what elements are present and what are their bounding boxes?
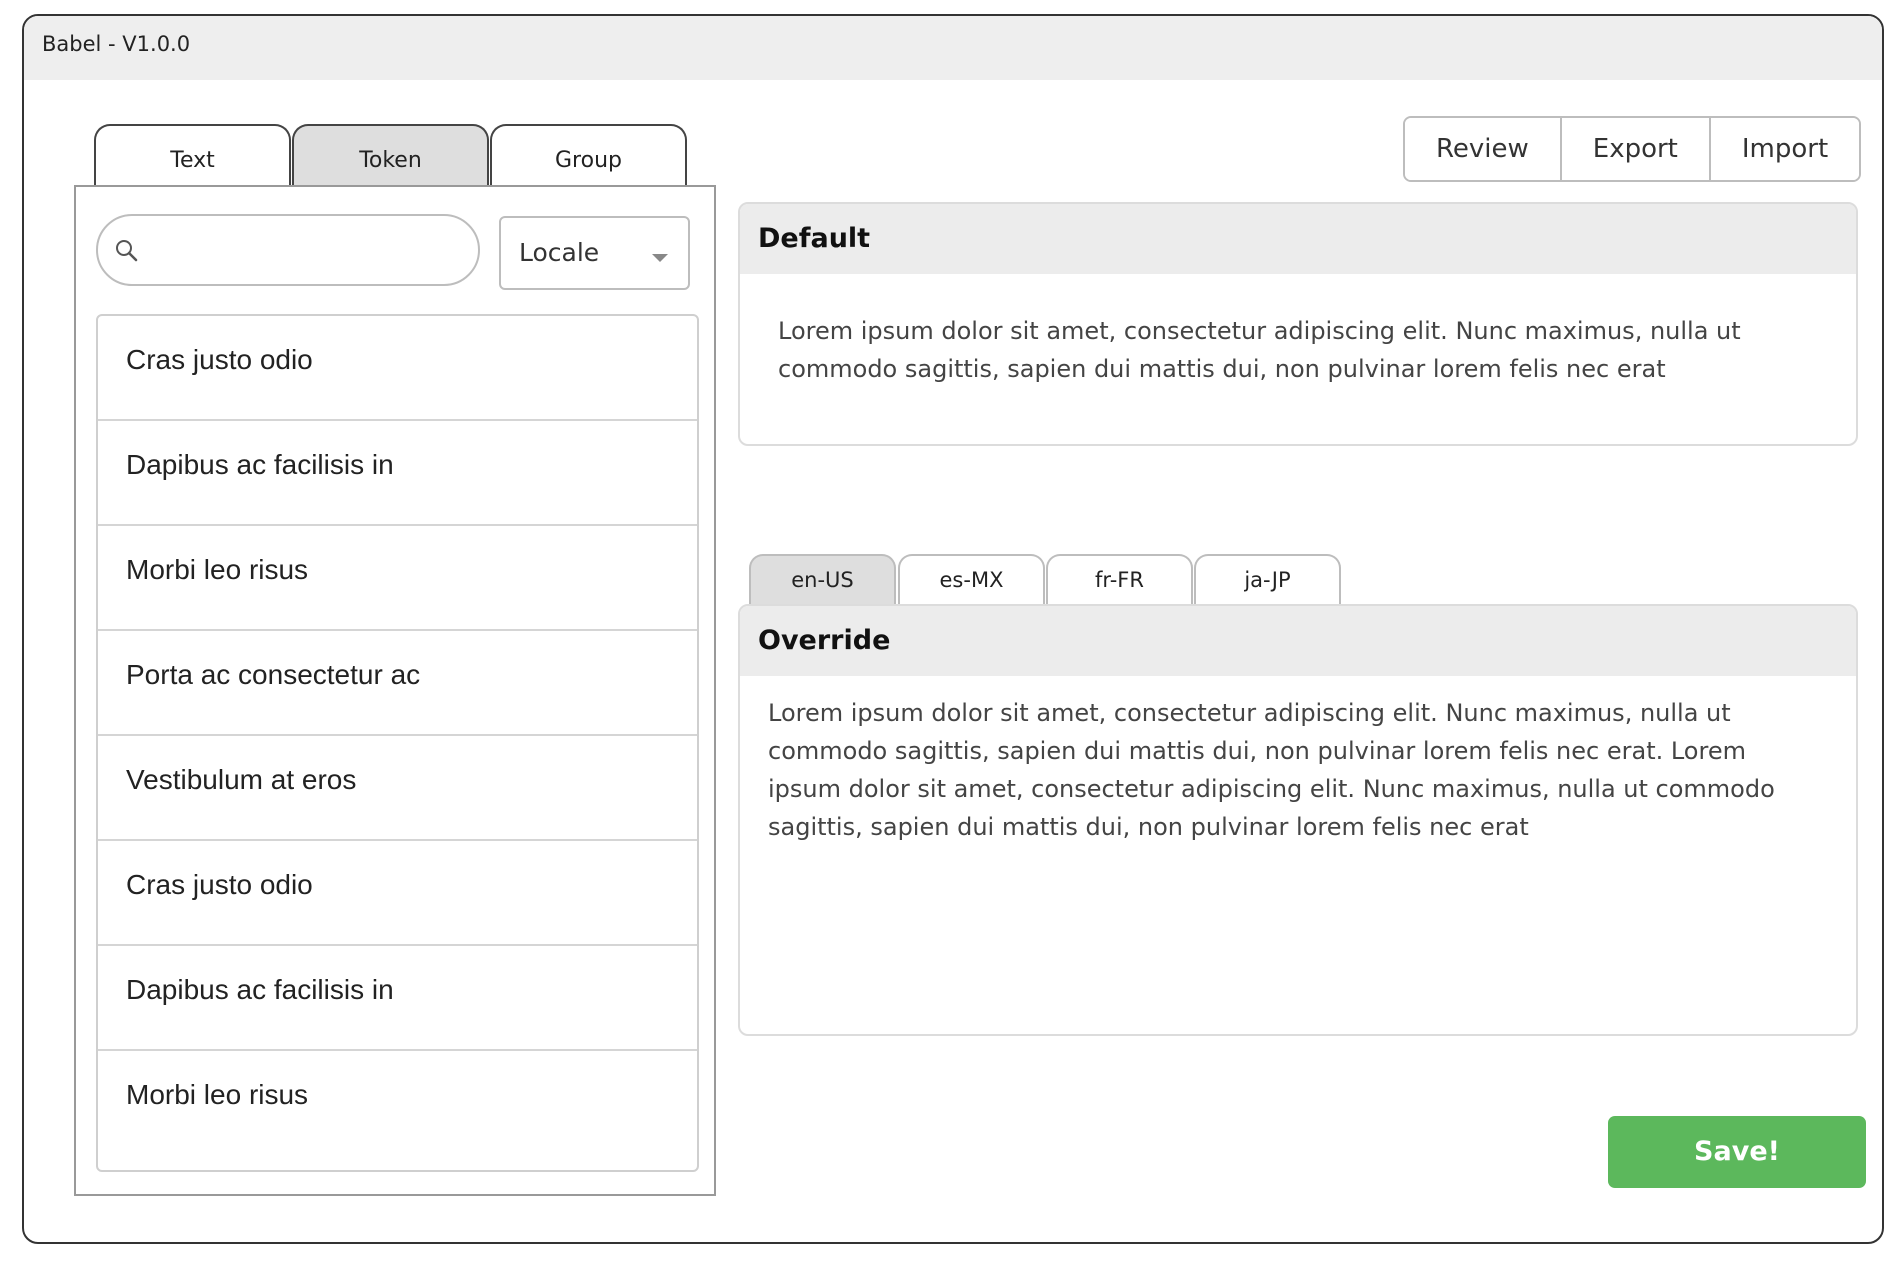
list-item[interactable]: Morbi leo risus <box>98 1051 697 1156</box>
tab-group[interactable]: Group <box>490 124 687 188</box>
list-item[interactable]: Dapibus ac facilisis in <box>98 946 697 1051</box>
token-list: Cras justo odio Dapibus ac facilisis in … <box>96 314 699 1172</box>
action-button-group: Review Export Import <box>1403 116 1862 182</box>
locale-select[interactable]: Locale <box>499 216 690 290</box>
window-title: Babel - V1.0.0 <box>42 32 191 56</box>
title-bar: Babel - V1.0.0 <box>24 16 1882 80</box>
list-item[interactable]: Cras justo odio <box>98 316 697 421</box>
tab-token[interactable]: Token <box>292 124 489 188</box>
import-button[interactable]: Import <box>1710 118 1860 180</box>
left-panel: Locale Cras justo odio Dapibus ac facili… <box>74 185 716 1196</box>
locale-select-value: Locale <box>519 238 600 267</box>
tab-ja-jp[interactable]: ja-JP <box>1194 554 1341 606</box>
default-card: Default Lorem ipsum dolor sit amet, cons… <box>738 202 1858 446</box>
search-icon <box>116 240 138 262</box>
tab-en-us[interactable]: en-US <box>749 554 896 606</box>
export-button[interactable]: Export <box>1561 118 1711 180</box>
list-item[interactable]: Vestibulum at eros <box>98 736 697 841</box>
search-box[interactable] <box>96 214 480 286</box>
list-item[interactable]: Cras justo odio <box>98 841 697 946</box>
app-window: Babel - V1.0.0 Text Token Group Locale C… <box>22 14 1884 1244</box>
chevron-down-icon <box>652 254 668 262</box>
override-text[interactable]: Lorem ipsum dolor sit amet, consectetur … <box>740 676 1856 846</box>
override-card-title: Override <box>740 606 1856 676</box>
default-card-title: Default <box>740 204 1856 274</box>
tab-text[interactable]: Text <box>94 124 291 188</box>
default-text: Lorem ipsum dolor sit amet, consectetur … <box>778 317 1741 383</box>
tab-es-mx[interactable]: es-MX <box>898 554 1045 606</box>
search-input[interactable] <box>150 228 464 274</box>
override-card: Override Lorem ipsum dolor sit amet, con… <box>738 604 1858 1036</box>
list-item[interactable]: Porta ac consectetur ac <box>98 631 697 736</box>
save-button[interactable]: Save! <box>1608 1116 1866 1188</box>
tab-fr-fr[interactable]: fr-FR <box>1046 554 1193 606</box>
review-button[interactable]: Review <box>1405 118 1562 180</box>
list-item[interactable]: Dapibus ac facilisis in <box>98 421 697 526</box>
list-item[interactable]: Morbi leo risus <box>98 526 697 631</box>
